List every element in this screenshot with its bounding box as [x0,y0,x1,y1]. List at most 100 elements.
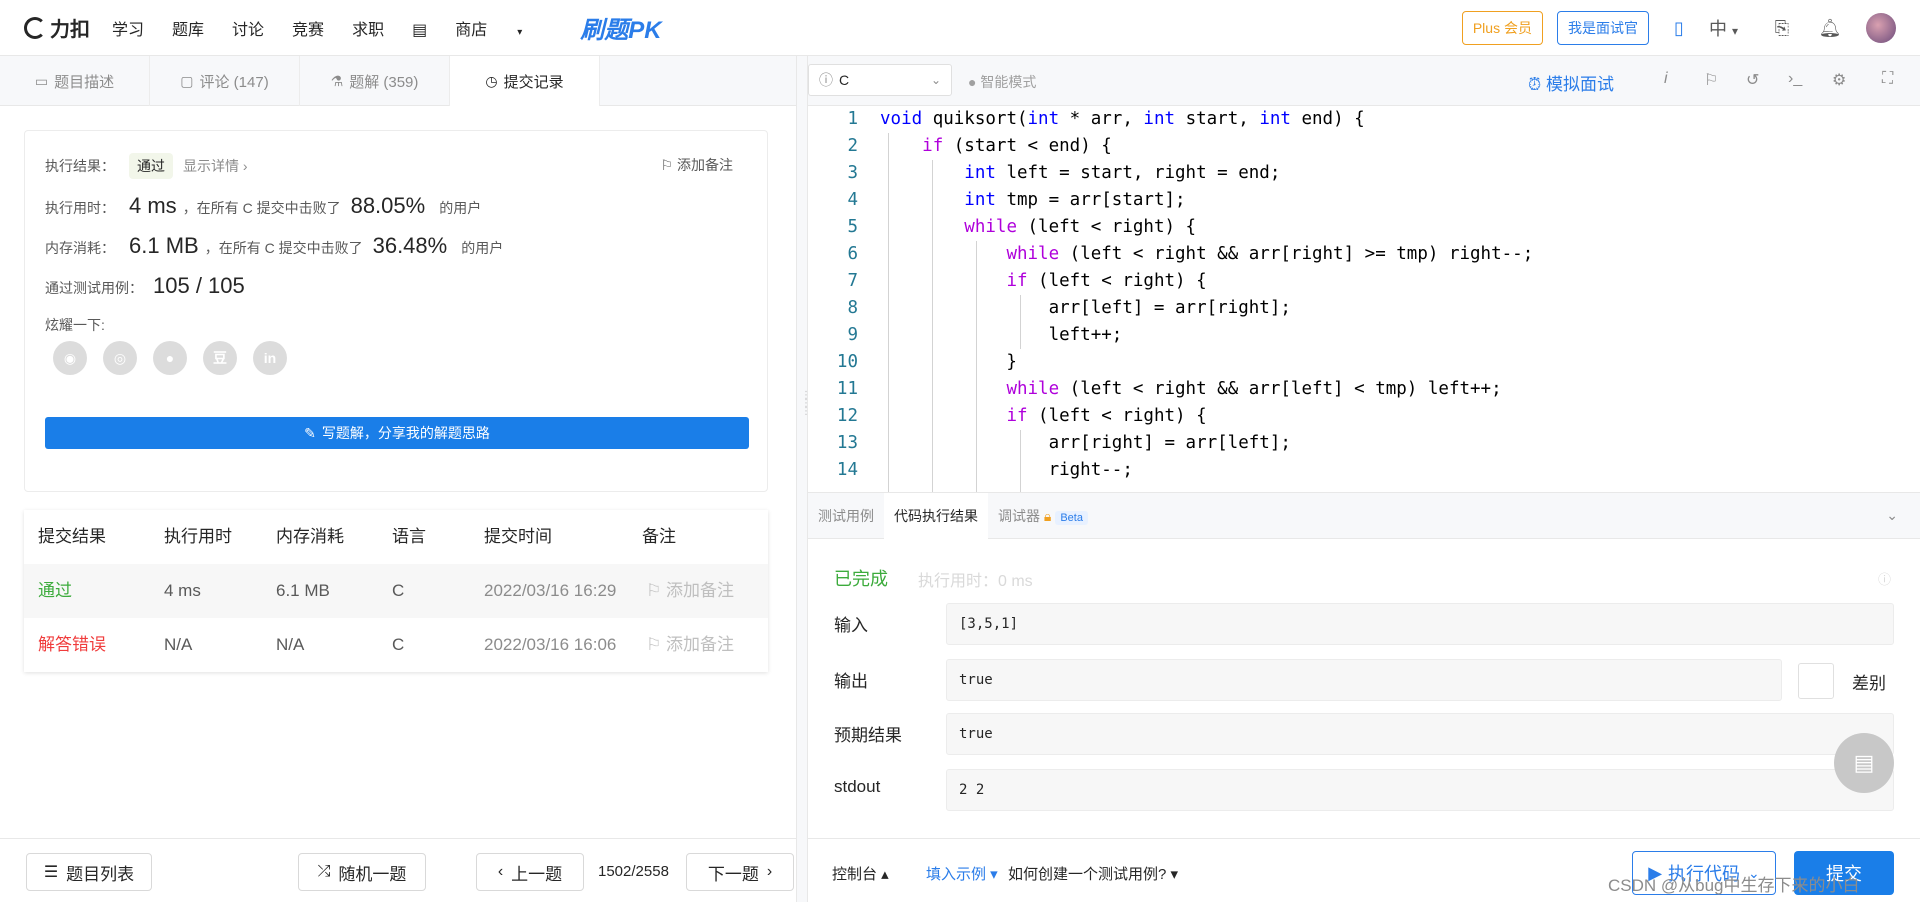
random-problem-label: 随机一题 [338,864,407,884]
qq-icon[interactable]: ● [153,341,187,375]
code-line[interactable]: 7 if (left < right) { [808,268,1920,295]
code-line[interactable]: 2 if (start < end) { [808,133,1920,160]
table-row[interactable]: 解答错误 N/A N/A C 2022/03/16 16:06 ⚐ 添加备注 [24,618,768,672]
column-header: 提交结果 [38,527,106,546]
tab-solutions[interactable]: ⚗ 题解 (359) [300,56,450,106]
pk-logo[interactable]: 刷题PK [580,10,661,45]
prev-problem-label: 上一题 [511,864,563,884]
code-text: right--; [880,460,1133,480]
expected-value: true [946,713,1894,755]
top-navbar: 力扣 学习 题库 讨论 竞赛 求职 ▤ 商店 ▾ 刷题PK Plus 会员 我是面试… [0,0,1920,56]
code-editor[interactable]: 1 void quiksort(int * arr, int start, int… [808,106,1920,492]
random-problem-button[interactable]: ⤮ 随机一题 [298,853,426,891]
howto-testcase-link[interactable]: 如何创建一个测试用例? ▾ [1008,863,1178,884]
tab-run-result[interactable]: 代码执行结果 [884,492,988,539]
language-switch[interactable]: 中 ▾ [1709,15,1738,41]
csdn-watermark: CSDN @从bug中生存下来的小白 [1608,876,1860,895]
bell-icon[interactable]: 🔔︎ [1818,16,1842,40]
language-label: 中 [1708,19,1727,39]
column-header: 备注 [642,527,676,546]
code-line[interactable]: 1 void quiksort(int * arr, int start, int… [808,106,1920,133]
diff-checkbox[interactable] [1798,663,1834,699]
add-note-button[interactable]: ⚐ 添加备注 [646,564,734,618]
code-line[interactable]: 9 left++; [808,322,1920,349]
smart-mode-toggle[interactable]: ● 智能模式 [968,72,1036,92]
mobile-icon[interactable]: ▯ [1667,16,1691,40]
submission-result[interactable]: 解答错误 [38,618,106,672]
comment-icon: ▢ [180,72,194,89]
flag-icon[interactable]: ⚐ [1704,70,1718,90]
diff-toggle[interactable]: 差别 [1798,659,1894,701]
nav-item-problems[interactable]: 题库 [172,16,204,40]
problem-list-button[interactable]: ☰ 题目列表 [26,853,152,891]
chevron-left-icon: ‹ [497,863,504,880]
submission-result[interactable]: 通过 [38,564,72,618]
shuffle-icon: ⤮ [317,863,331,880]
code-line[interactable]: 6 while (left < right && arr[right] >= t… [808,241,1920,268]
code-line[interactable]: 12 if (left < right) { [808,403,1920,430]
tab-debugger[interactable]: 调试器 🔒︎ Beta [988,493,1098,539]
column-header: 执行用时 [164,527,232,546]
douban-icon[interactable]: 豆 [203,341,237,375]
leetcode-logo[interactable]: 力扣 [24,13,90,42]
nav-item-discuss[interactable]: 讨论 [232,16,264,40]
line-number: 3 [847,163,858,183]
terminal-icon[interactable]: ›_ [1788,70,1802,88]
expected-label: 预期结果 [834,726,902,745]
show-details-link[interactable]: 显示详情 › [183,156,248,176]
write-solution-label: 写题解，分享我的解题思路 [321,425,490,441]
testcases-row: 通过测试用例： 105 / 105 [45,273,251,299]
beta-badge: Beta [1055,510,1088,525]
fill-example-button[interactable]: 填入示例 ▾ [926,863,998,884]
reset-icon[interactable]: ↺ [1746,70,1759,90]
nav-item-shop[interactable]: ▤ 商店 ▾ [412,16,550,40]
plus-member-button[interactable]: Plus 会员 [1461,11,1543,45]
code-text: if (left < right) { [1006,271,1207,291]
column-header: 提交时间 [484,527,552,546]
panel-splitter[interactable]: ⋮ ⋮ ⋮ [796,56,811,902]
terminal-icon[interactable]: ⎘ [1770,16,1794,40]
runtime-label: 执行用时： [45,200,115,216]
linkedin-icon[interactable]: in [253,341,287,375]
code-text: while (left < right && arr[right] >= tmp… [1006,244,1534,264]
nav-item-learn[interactable]: 学习 [112,16,144,40]
add-note-button[interactable]: ⚐ 添加备注 [661,155,733,175]
code-line[interactable]: 5 while (left < right) { [808,214,1920,241]
tab-description[interactable]: ▭ 题目描述 [0,56,150,106]
wechat-icon[interactable]: ◉ [53,341,87,375]
code-line[interactable]: 10 } [808,349,1920,376]
code-line[interactable]: 11 while (left < right && arr[left] < tm… [808,376,1920,403]
debugger-label: 调试器 [998,507,1040,524]
next-problem-button[interactable]: 下一题 › [686,853,794,891]
weibo-icon[interactable]: ◎ [103,341,137,375]
code-line[interactable]: 8 arr[left] = arr[right]; [808,295,1920,322]
write-solution-button[interactable]: ✎ 写题解，分享我的解题思路 [45,417,749,449]
interviewer-button[interactable]: 我是面试官 [1556,11,1649,45]
fullscreen-icon[interactable]: ⛶ [1882,70,1893,88]
notebook-icon[interactable]: ▤ [1834,733,1894,793]
chevron-down-icon[interactable]: ⌄ [1886,507,1898,524]
testcases-label: 通过测试用例： [45,280,143,296]
help-icon[interactable]: ⓘ [1878,569,1891,588]
code-line[interactable]: 13 arr[right] = arr[left]; [808,430,1920,457]
add-note-button[interactable]: ⚐ 添加备注 [646,618,734,672]
avatar[interactable] [1866,13,1896,43]
console-toggle[interactable]: 控制台 ▴ [832,863,889,884]
tab-submissions[interactable]: ◷ 提交记录 [450,56,600,106]
code-line[interactable]: 4 int tmp = arr[start]; [808,187,1920,214]
mock-interview-button[interactable]: ⏰︎ 模拟面试 [1528,70,1614,95]
code-line[interactable]: 3 int left = start, right = end; [808,160,1920,187]
nav-item-jobs[interactable]: 求职 [352,16,384,40]
tab-comments[interactable]: ▢ 评论 (147) [150,56,300,106]
table-row[interactable]: 通过 4 ms 6.1 MB C 2022/03/16 16:29 ⚐ 添加备注 [24,564,768,618]
column-header: 内存消耗 [276,527,344,546]
tab-testcase[interactable]: 测试用例 [808,493,884,539]
settings-icon[interactable]: ⚙ [1832,70,1846,90]
language-select[interactable]: ⓘ C ⌄ [808,64,952,96]
nav-item-contest[interactable]: 竞赛 [292,16,324,40]
info-italic-icon[interactable]: i [1664,70,1668,88]
code-line[interactable]: 14 right--; [808,457,1920,484]
line-number: 13 [836,433,858,453]
prev-problem-button[interactable]: ‹ 上一题 [476,853,584,891]
smart-mode-label: 智能模式 [980,74,1037,90]
